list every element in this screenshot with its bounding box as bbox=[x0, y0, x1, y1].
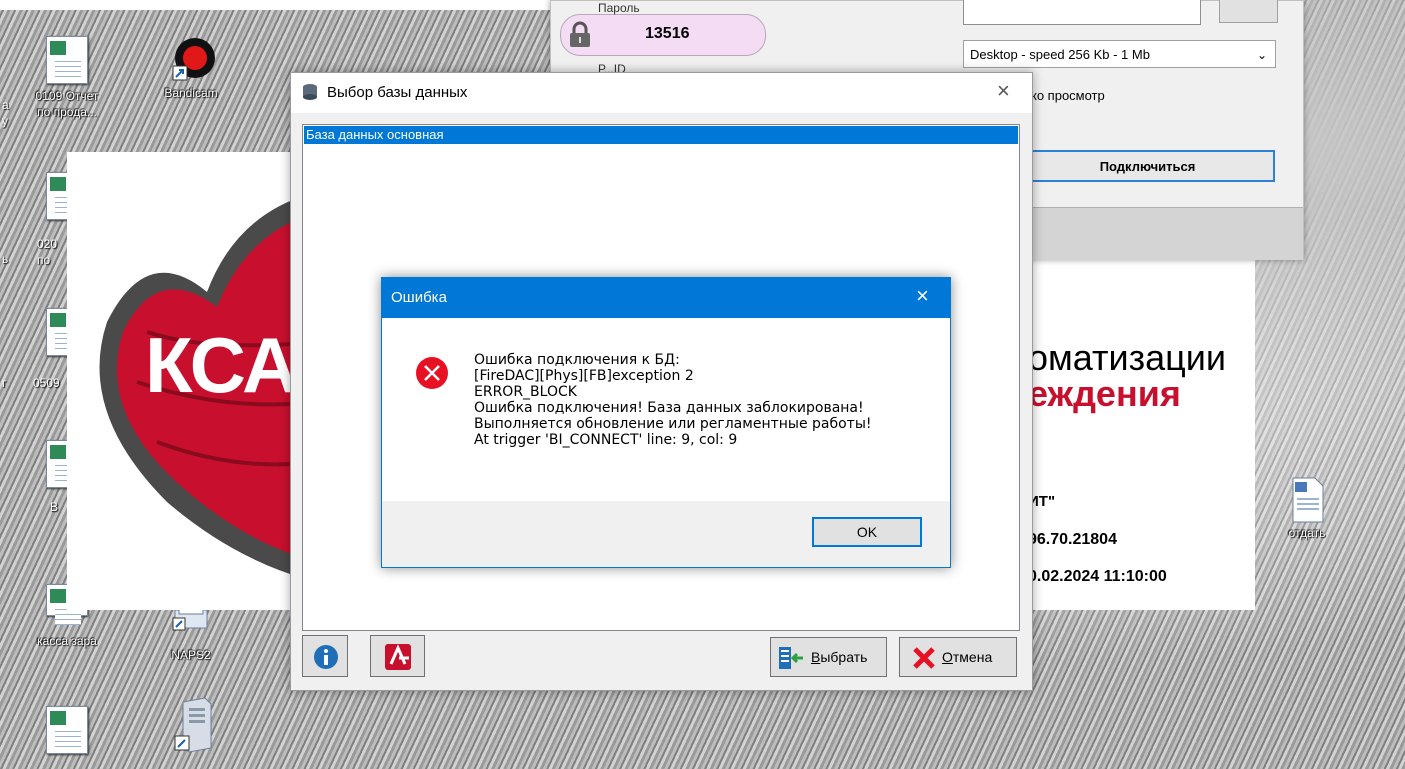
desktop-icon-report[interactable]: 0109 Отчет по прода... bbox=[22, 36, 112, 120]
desktop-edge-fragment: а bbox=[2, 98, 9, 112]
desktop-icon-server[interactable] bbox=[146, 697, 236, 753]
desktop-icon-naps2[interactable]: NAPS2 bbox=[146, 604, 236, 662]
desktop-icon-label: NAPS2 bbox=[171, 648, 211, 662]
desktop-icon-label: касса зара bbox=[37, 634, 97, 648]
desktop-icon-label: Bandicam bbox=[164, 86, 218, 100]
error-message-line: [FireDAC][Phys][FB]exception 2 bbox=[474, 368, 694, 384]
cancel-button[interactable]: Отмена bbox=[899, 637, 1017, 677]
desktop-edge-fragment: ь bbox=[2, 252, 9, 266]
close-icon[interactable]: × bbox=[997, 78, 1010, 104]
password-value: 13516 bbox=[645, 25, 690, 42]
product-info-panel: оматизации еждения ИТ" 96.70.21804 0.02.… bbox=[1018, 255, 1255, 610]
error-dialog-title: Ошибка bbox=[391, 289, 447, 306]
cancel-button-label: Отмена bbox=[942, 649, 992, 665]
server-icon bbox=[171, 697, 212, 753]
bandicam-icon bbox=[171, 36, 215, 82]
product-line: еждения bbox=[1028, 373, 1181, 414]
readonly-checkbox-label[interactable]: ко просмотр bbox=[1031, 88, 1105, 103]
excel-file-icon bbox=[46, 36, 88, 84]
error-message: Ошибка подключения к БД: [FireDAC][Phys]… bbox=[474, 352, 872, 448]
tool-button[interactable] bbox=[370, 635, 425, 677]
top-field-button[interactable] bbox=[1219, 0, 1278, 23]
select-button[interactable]: Выбрать bbox=[770, 637, 887, 677]
lock-icon bbox=[570, 21, 590, 47]
connect-button[interactable]: Подключиться bbox=[1020, 150, 1275, 182]
desktop-icon-label: 0109 Отчет bbox=[35, 89, 99, 103]
select-db-icon bbox=[779, 647, 803, 669]
select-button-accel: В bbox=[811, 649, 821, 665]
close-icon[interactable]: × bbox=[916, 283, 929, 309]
list-item[interactable]: База данных основная bbox=[304, 126, 1018, 144]
desktop-edge-fragment: г bbox=[2, 376, 7, 390]
chevron-down-icon: ⌄ bbox=[1256, 48, 1267, 62]
desktop-icon-label: 020 bbox=[37, 237, 58, 251]
excel-file-icon bbox=[46, 706, 88, 754]
password-field[interactable]: 13516 bbox=[560, 14, 766, 56]
error-message-line: Ошибка подключения! База данных заблокир… bbox=[474, 400, 864, 416]
error-icon bbox=[416, 357, 448, 389]
desktop-top-strip bbox=[0, 0, 550, 10]
desktop-icon-file5[interactable] bbox=[22, 706, 112, 758]
info-icon bbox=[314, 645, 338, 669]
desktop-icon-otdat[interactable]: отдать bbox=[1262, 476, 1352, 540]
desktop-icon-label: отдать bbox=[1288, 526, 1326, 540]
product-version: 96.70.21804 bbox=[1028, 531, 1117, 548]
cancel-icon bbox=[913, 647, 935, 669]
select-button-rest: ыбрать bbox=[820, 649, 868, 665]
database-icon bbox=[303, 84, 317, 100]
info-button[interactable] bbox=[302, 635, 348, 677]
error-dialog-titlebar: Ошибка × bbox=[382, 278, 950, 318]
desktop-icon-label: В bbox=[50, 500, 59, 514]
ok-button[interactable]: OK bbox=[812, 517, 922, 547]
cancel-button-rest: тмена bbox=[952, 649, 993, 665]
product-date: 0.02.2024 11:10:00 bbox=[1028, 568, 1167, 585]
db-dialog-title: Выбор базы данных bbox=[327, 84, 468, 101]
select-button-label: Выбрать bbox=[811, 649, 867, 665]
desktop-icon-label: по прода... bbox=[37, 105, 97, 119]
error-dialog: Ошибка × Ошибка подключения к БД: [FireD… bbox=[381, 277, 951, 568]
cancel-button-accel: О bbox=[942, 649, 953, 665]
splash-banner: КСА bbox=[67, 152, 307, 610]
error-dialog-body: Ошибка подключения к БД: [FireDAC][Phys]… bbox=[382, 318, 950, 501]
speed-select-value: Desktop - speed 256 Kb - 1 Mb bbox=[970, 47, 1150, 62]
error-message-line: Ошибка подключения к БД: bbox=[474, 352, 680, 368]
desktop-icon-label: по bbox=[37, 253, 51, 267]
desktop-icon-label: 0509 bbox=[33, 376, 60, 390]
password-label: Пароль bbox=[598, 1, 640, 15]
error-message-line: ERROR_BLOCK bbox=[474, 384, 577, 400]
error-message-line: Выполняется обновление или регламентные … bbox=[474, 416, 872, 432]
speed-select[interactable]: Desktop - speed 256 Kb - 1 Mb ⌄ bbox=[963, 40, 1276, 68]
desktop-edge-fragment: у bbox=[2, 114, 8, 128]
app-logo-icon bbox=[385, 644, 411, 670]
desktop-icon-bandicam[interactable]: Bandicam bbox=[146, 36, 236, 100]
error-message-line: At trigger 'BI_CONNECT' line: 9, col: 9 bbox=[474, 432, 738, 448]
top-text-field[interactable] bbox=[963, 0, 1201, 25]
document-icon bbox=[1287, 476, 1327, 523]
banner-logo-text: КСА bbox=[145, 321, 298, 409]
db-dialog-titlebar: Выбор базы данных × bbox=[291, 73, 1032, 113]
